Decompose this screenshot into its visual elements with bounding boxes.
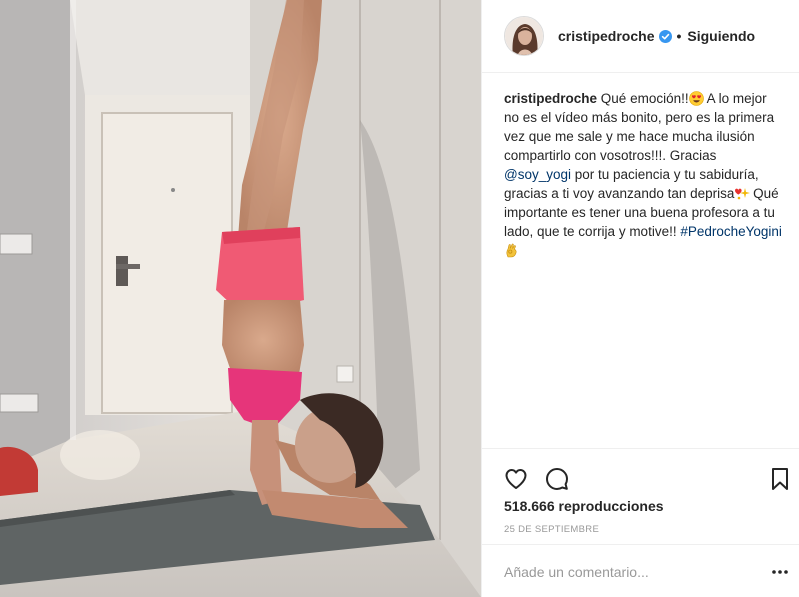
verified-badge-icon <box>659 29 673 43</box>
ok-hand-emoji-icon <box>504 243 519 258</box>
post-date[interactable]: 25 DE SEPTIEMBRE <box>504 524 599 535</box>
heart-icon[interactable] <box>504 467 528 491</box>
view-count[interactable]: 518.666 reproducciones <box>504 498 664 514</box>
more-options-icon[interactable] <box>770 565 790 577</box>
video-frame <box>0 0 481 597</box>
comment-input[interactable] <box>504 561 734 583</box>
comment-box <box>482 544 799 597</box>
following-button[interactable]: Siguiendo <box>687 28 755 44</box>
caption-username[interactable]: cristipedroche <box>504 91 597 106</box>
mention-link[interactable]: @soy_yogi <box>504 167 571 182</box>
avatar[interactable] <box>504 16 544 56</box>
post-header: cristipedroche • Siguiendo <box>482 0 799 73</box>
caption-text: Qué emoción!! <box>600 91 689 106</box>
post-details-panel: cristipedroche • Siguiendo cristipedroch… <box>481 0 799 597</box>
hashtag-link[interactable]: #PedrocheYogini <box>680 224 782 239</box>
sparkling-heart-emoji-icon <box>734 186 751 201</box>
separator-dot: • <box>676 28 682 44</box>
post-caption: cristipedroche Qué emoción!! A lo mejor … <box>504 89 784 260</box>
bookmark-icon[interactable] <box>768 467 792 491</box>
post-video[interactable] <box>0 0 481 597</box>
comment-bubble-icon[interactable] <box>545 467 569 491</box>
username-link[interactable]: cristipedroche <box>558 28 654 44</box>
heart-eyes-emoji-icon <box>688 91 704 106</box>
